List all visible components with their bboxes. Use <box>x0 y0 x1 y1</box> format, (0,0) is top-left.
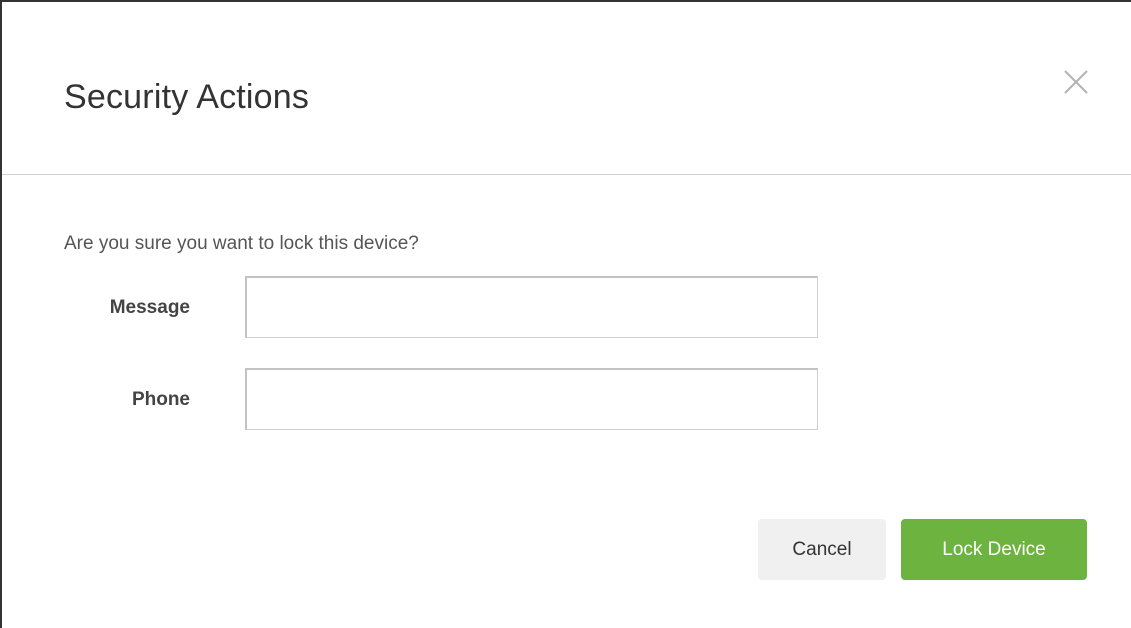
confirmation-prompt: Are you sure you want to lock this devic… <box>64 233 419 254</box>
lock-device-button[interactable]: Lock Device <box>901 519 1087 580</box>
message-label: Message <box>109 297 190 318</box>
message-input[interactable] <box>245 276 818 338</box>
dialog-header: Security Actions <box>2 2 1131 175</box>
security-actions-dialog: Security Actions Are you sure you want t… <box>0 0 1131 628</box>
phone-input[interactable] <box>245 368 818 430</box>
close-button[interactable] <box>1060 66 1092 98</box>
close-icon <box>1064 70 1088 94</box>
cancel-button[interactable]: Cancel <box>758 519 886 580</box>
phone-label: Phone <box>131 389 190 410</box>
dialog-body: Are you sure you want to lock this devic… <box>2 175 1131 628</box>
dialog-title: Security Actions <box>64 78 310 116</box>
